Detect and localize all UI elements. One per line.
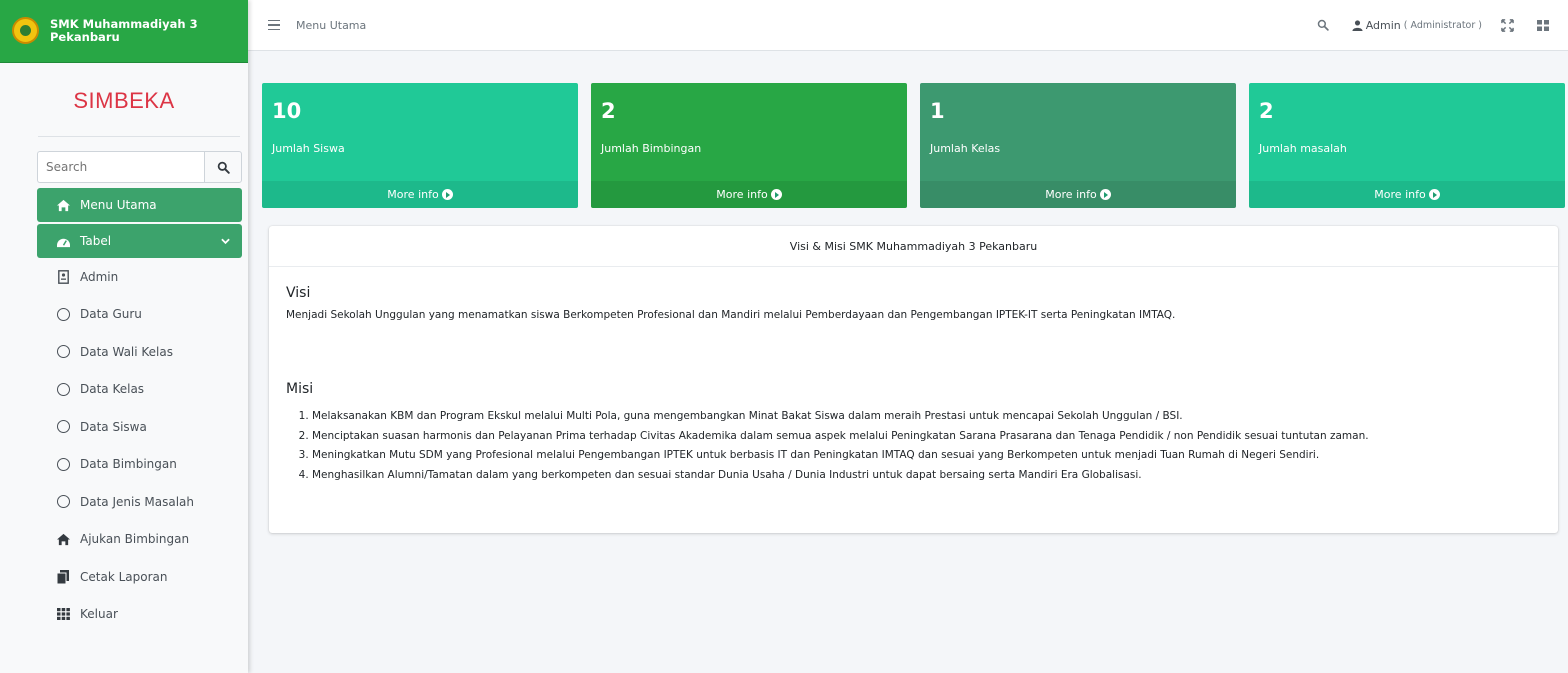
sidebar-item-data-bimbingan[interactable]: Data Bimbingan bbox=[37, 446, 242, 484]
user-name: Admin bbox=[1365, 18, 1401, 32]
sidebar-item-tabel[interactable]: Tabel bbox=[37, 224, 242, 258]
sidebar-search bbox=[37, 151, 242, 183]
visi-text: Menjadi Sekolah Unggulan yang menamatkan… bbox=[286, 309, 1176, 321]
misi-item: Menghasilkan Alumni/Tamatan dalam yang b… bbox=[312, 466, 1541, 486]
sidebar-item-label: Tabel bbox=[80, 234, 112, 248]
sidebar-nav: Menu Utama Tabel Admin Data Guru Data Wa… bbox=[37, 188, 242, 633]
sidebar-item-cetak-laporan[interactable]: Cetak Laporan bbox=[37, 558, 242, 596]
sidebar-item-data-guru[interactable]: Data Guru bbox=[37, 296, 242, 334]
sidebar-item-label: Keluar bbox=[80, 607, 118, 622]
sidebar-item-label: Cetak Laporan bbox=[80, 569, 168, 584]
home-icon bbox=[55, 197, 71, 213]
card-title: Visi & Misi SMK Muhammadiyah 3 Pekanbaru bbox=[269, 226, 1558, 267]
sidebar-search-input[interactable] bbox=[37, 151, 204, 183]
school-logo-icon bbox=[12, 17, 39, 44]
circle-icon bbox=[55, 306, 71, 322]
stat-box-jumlah-bimbingan: 2 Jumlah Bimbingan More info bbox=[591, 83, 907, 208]
home-icon bbox=[55, 531, 71, 547]
page-title[interactable]: Menu Utama bbox=[296, 19, 366, 32]
sidebar-item-admin[interactable]: Admin bbox=[37, 258, 242, 296]
apps-grid-icon[interactable] bbox=[1530, 12, 1556, 38]
sidebar-item-label: Menu Utama bbox=[80, 198, 157, 212]
more-info-link[interactable]: More info bbox=[920, 181, 1236, 208]
sidebar-item-data-wali-kelas[interactable]: Data Wali Kelas bbox=[37, 333, 242, 371]
misi-item: Menciptakan suasan harmonis dan Pelayana… bbox=[312, 427, 1541, 447]
sidebar-search-button[interactable] bbox=[204, 151, 242, 183]
arrow-circle-right-icon bbox=[1099, 189, 1111, 200]
more-info-label: More info bbox=[1045, 188, 1097, 201]
app-title: SIMBEKA bbox=[73, 88, 175, 113]
card-body: Visi Menjadi Sekolah Unggulan yang menam… bbox=[269, 267, 1558, 503]
stat-box-jumlah-masalah: 2 Jumlah masalah More info bbox=[1249, 83, 1565, 208]
misi-item: Meningkatkan Mutu SDM yang Profesional m… bbox=[312, 446, 1541, 466]
topbar: Menu Utama Admin ( Administrator ) bbox=[248, 0, 1568, 51]
stat-label: Jumlah Siswa bbox=[272, 142, 345, 155]
misi-list: Melaksanakan KBM dan Program Ekskul mela… bbox=[286, 407, 1541, 485]
user-role: ( Administrator ) bbox=[1403, 19, 1482, 31]
circle-icon bbox=[55, 456, 71, 472]
menu-toggle-icon[interactable] bbox=[268, 19, 280, 31]
stat-value: 2 bbox=[1259, 99, 1274, 123]
circle-icon bbox=[55, 344, 71, 360]
search-icon bbox=[217, 161, 230, 174]
arrow-circle-right-icon bbox=[770, 189, 782, 200]
circle-icon bbox=[55, 419, 71, 435]
more-info-label: More info bbox=[1374, 188, 1426, 201]
visi-title: Visi bbox=[286, 285, 311, 301]
sidebar-item-label: Data Wali Kelas bbox=[80, 344, 173, 359]
topbar-right: Admin ( Administrator ) bbox=[1310, 12, 1556, 38]
stat-boxes: 10 Jumlah Siswa More info 2 Jumlah Bimbi… bbox=[262, 83, 1565, 208]
brand-link[interactable]: SMK Muhammadiyah 3 Pekanbaru bbox=[0, 0, 248, 63]
fullscreen-icon[interactable] bbox=[1494, 12, 1520, 38]
circle-icon bbox=[55, 494, 71, 510]
more-info-link[interactable]: More info bbox=[262, 181, 578, 208]
brand-text: SMK Muhammadiyah 3 Pekanbaru bbox=[50, 17, 198, 44]
more-info-label: More info bbox=[716, 188, 768, 201]
sidebar-divider bbox=[38, 136, 240, 137]
search-icon[interactable] bbox=[1310, 12, 1336, 38]
stat-label: Jumlah Bimbingan bbox=[601, 142, 702, 155]
id-card-icon bbox=[55, 269, 71, 285]
sidebar: SMK Muhammadiyah 3 Pekanbaru SIMBEKA Men… bbox=[0, 0, 248, 673]
copy-icon bbox=[55, 569, 71, 585]
sidebar-item-keluar[interactable]: Keluar bbox=[37, 596, 242, 634]
sidebar-item-data-siswa[interactable]: Data Siswa bbox=[37, 408, 242, 446]
more-info-link[interactable]: More info bbox=[1249, 181, 1565, 208]
sidebar-item-menu-utama[interactable]: Menu Utama bbox=[37, 188, 242, 222]
chevron-down-icon bbox=[221, 234, 230, 248]
circle-icon bbox=[55, 381, 71, 397]
sidebar-item-label: Data Kelas bbox=[80, 382, 145, 397]
sidebar-item-label: Data Bimbingan bbox=[80, 457, 177, 472]
visi-misi-card: Visi & Misi SMK Muhammadiyah 3 Pekanbaru… bbox=[269, 226, 1558, 533]
sidebar-item-label: Data Jenis Masalah bbox=[80, 494, 194, 509]
user-icon bbox=[1352, 19, 1363, 31]
stat-value: 2 bbox=[601, 99, 616, 123]
sidebar-item-data-jenis-masalah[interactable]: Data Jenis Masalah bbox=[37, 483, 242, 521]
misi-title: Misi bbox=[286, 381, 314, 397]
sidebar-item-label: Data Siswa bbox=[80, 419, 147, 434]
grid-icon bbox=[55, 606, 71, 622]
stat-label: Jumlah masalah bbox=[1259, 142, 1347, 155]
user-menu[interactable]: Admin ( Administrator ) bbox=[1352, 19, 1482, 32]
sidebar-item-label: Ajukan Bimbingan bbox=[80, 532, 190, 547]
stat-value: 1 bbox=[930, 99, 945, 123]
arrow-circle-right-icon bbox=[441, 189, 453, 200]
more-info-link[interactable]: More info bbox=[591, 181, 907, 208]
stat-label: Jumlah Kelas bbox=[930, 142, 1001, 155]
misi-item: Melaksanakan KBM dan Program Ekskul mela… bbox=[312, 407, 1541, 427]
more-info-label: More info bbox=[387, 188, 439, 201]
sidebar-item-ajukan-bimbingan[interactable]: Ajukan Bimbingan bbox=[37, 521, 242, 559]
sidebar-item-label: Admin bbox=[80, 269, 119, 284]
stat-box-jumlah-kelas: 1 Jumlah Kelas More info bbox=[920, 83, 1236, 208]
arrow-circle-right-icon bbox=[1428, 189, 1440, 200]
sidebar-item-label: Data Guru bbox=[80, 307, 142, 322]
sidebar-item-data-kelas[interactable]: Data Kelas bbox=[37, 371, 242, 409]
dashboard-icon bbox=[55, 233, 71, 249]
stat-box-jumlah-siswa: 10 Jumlah Siswa More info bbox=[262, 83, 578, 208]
stat-value: 10 bbox=[272, 99, 302, 123]
